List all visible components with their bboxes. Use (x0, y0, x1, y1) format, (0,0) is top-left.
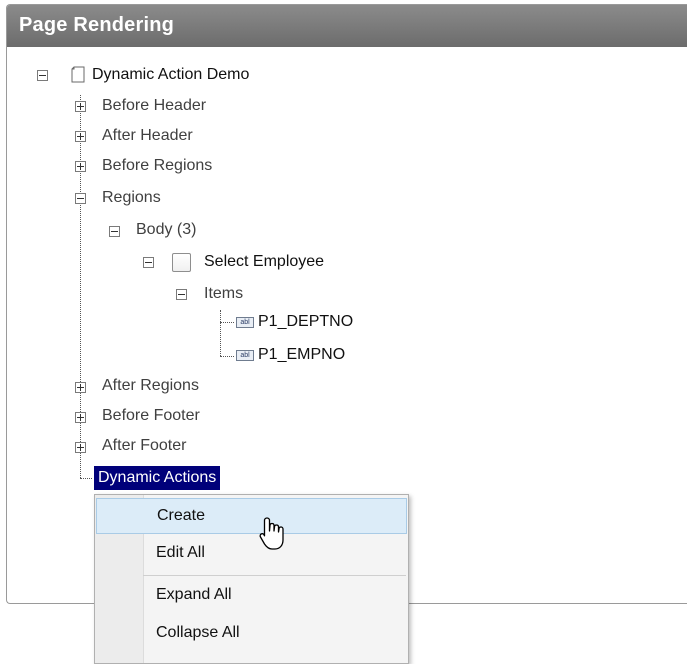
tree-connector-line (220, 322, 234, 323)
collapse-toggle-icon[interactable] (75, 193, 86, 204)
tree-node-dynamic-actions[interactable]: Dynamic Actions (94, 466, 221, 490)
page-icon (71, 66, 85, 83)
hand-pointer-icon (259, 517, 284, 550)
menu-separator (143, 575, 406, 576)
tree-node-after-header[interactable]: After Header (102, 127, 193, 145)
tree-node-after-footer[interactable]: After Footer (102, 437, 186, 455)
expand-toggle-icon[interactable] (75, 382, 86, 393)
tree-connector-line (220, 310, 221, 356)
menu-item-label: Collapse All (156, 624, 240, 641)
text-item-icon: abl (236, 317, 254, 328)
menu-item-label: Edit All (156, 544, 205, 561)
tree-node-p1-empno[interactable]: P1_EMPNO (258, 346, 345, 364)
tree-node-items[interactable]: Items (204, 285, 243, 303)
collapse-toggle-icon[interactable] (143, 257, 154, 268)
context-menu: Create Edit All Expand All Collapse All (94, 494, 409, 664)
expand-toggle-icon[interactable] (75, 412, 86, 423)
tree-node-after-regions[interactable]: After Regions (102, 377, 199, 395)
collapse-toggle-icon[interactable] (109, 226, 120, 237)
region-icon (172, 253, 191, 272)
menu-item-label: Expand All (156, 586, 232, 603)
tree-connector-line (220, 356, 234, 357)
tree-connector-line (80, 478, 92, 479)
tree-node-page[interactable]: Dynamic Action Demo (92, 66, 249, 84)
tree-node-p1-deptno[interactable]: P1_DEPTNO (258, 313, 353, 331)
text-item-icon: abl (236, 350, 254, 361)
tree-node-before-header[interactable]: Before Header (102, 97, 206, 115)
menu-item-edit-all[interactable]: Edit All (96, 535, 407, 571)
expand-toggle-icon[interactable] (75, 161, 86, 172)
menu-item-collapse-all[interactable]: Collapse All (96, 615, 407, 651)
menu-item-create[interactable]: Create (96, 498, 407, 534)
tree-node-select-employee[interactable]: Select Employee (204, 253, 324, 271)
expand-toggle-icon[interactable] (75, 101, 86, 112)
menu-item-label: Create (157, 507, 206, 524)
tree-node-before-regions[interactable]: Before Regions (102, 157, 212, 175)
expand-toggle-icon[interactable] (75, 442, 86, 453)
expand-toggle-icon[interactable] (75, 131, 86, 142)
collapse-toggle-icon[interactable] (37, 70, 48, 81)
panel-header: Page Rendering (7, 5, 687, 47)
tree-node-regions[interactable]: Regions (102, 189, 161, 207)
tree-node-before-footer[interactable]: Before Footer (102, 407, 200, 425)
collapse-toggle-icon[interactable] (176, 289, 187, 300)
panel-title: Page Rendering (19, 14, 175, 36)
tree-node-body[interactable]: Body (3) (136, 221, 196, 239)
menu-item-expand-all[interactable]: Expand All (96, 577, 407, 613)
